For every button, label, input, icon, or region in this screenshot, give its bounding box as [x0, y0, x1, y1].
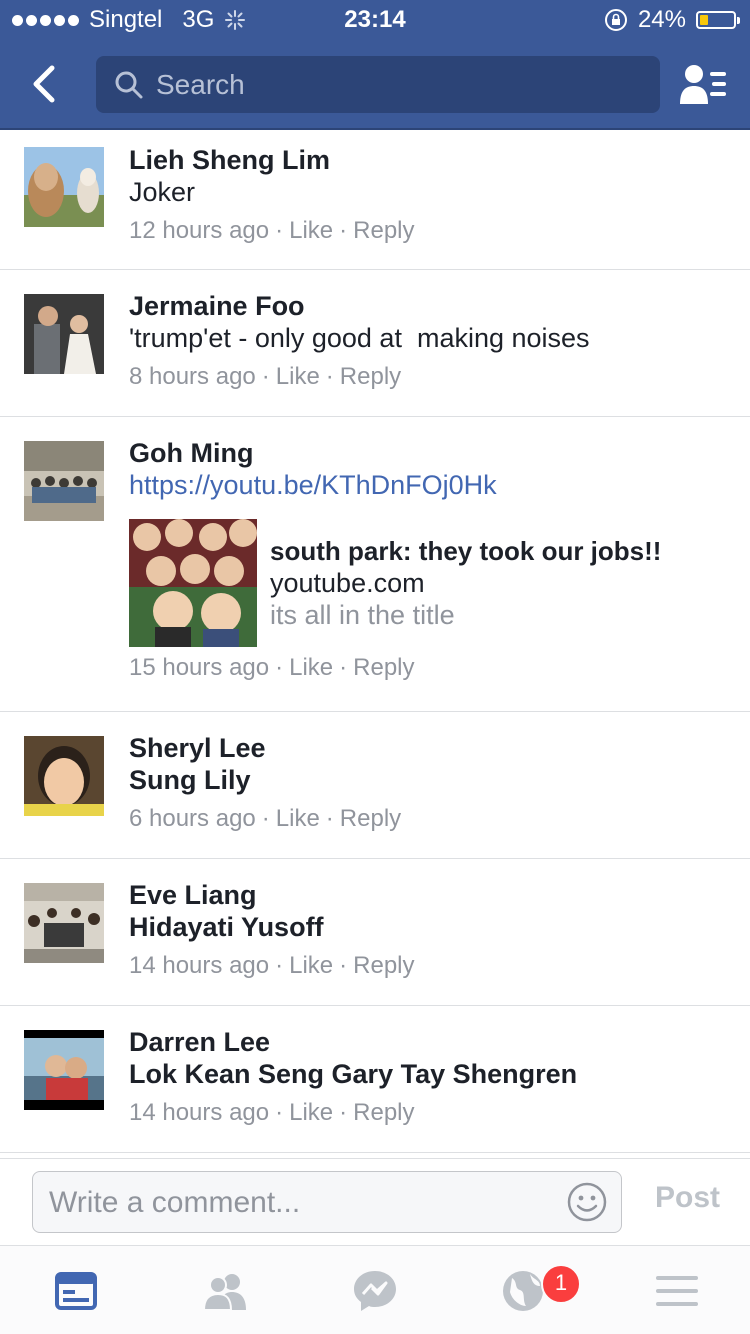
reply-link[interactable]: Reply	[353, 1099, 414, 1126]
comment-author[interactable]: Eve Liang	[129, 879, 730, 911]
preview-info: south park: they took our jobs!! youtube…	[270, 535, 661, 647]
reply-link[interactable]: Reply	[353, 217, 414, 244]
avatar-image	[24, 1030, 104, 1110]
preview-thumbnail	[129, 519, 257, 647]
comment-meta: 14 hours ago · Like · Reply	[129, 952, 415, 979]
news-feed-icon[interactable]	[51, 1268, 101, 1314]
tagged-name[interactable]: Sung Lily	[129, 764, 730, 796]
comment-time[interactable]: 14 hours ago	[129, 952, 269, 979]
nav-bar: Search	[0, 40, 750, 128]
tagged-names[interactable]: Lok Kean Seng Gary Tay Shengren	[129, 1058, 730, 1090]
comment-input[interactable]: Write a comment...	[32, 1171, 622, 1233]
avatar-image	[24, 147, 104, 227]
comment-item: Sheryl Lee Sung Lily 6 hours ago · Like · Re…	[0, 712, 750, 859]
comment-body: Eve Liang Hidayati Yusoff 14 hours ago · L…	[129, 879, 730, 981]
comment-text: 'trump'et - only good at making noises	[129, 323, 590, 353]
avatar[interactable]	[24, 441, 104, 521]
menu-icon[interactable]	[652, 1268, 702, 1314]
link-preview[interactable]: south park: they took our jobs!! youtube…	[129, 519, 730, 647]
tagged-name[interactable]: Hidayati Yusoff	[129, 911, 730, 943]
comment-author[interactable]: Sheryl Lee	[129, 732, 730, 764]
status-right: 24%	[604, 6, 740, 34]
comment-composer: Write a comment... Post	[0, 1158, 750, 1246]
like-link[interactable]: Like	[289, 1099, 333, 1126]
battery-level	[700, 15, 708, 25]
battery-icon	[696, 11, 740, 29]
comment-author[interactable]: Darren Lee	[129, 1026, 730, 1058]
comment-author[interactable]: Jermaine Foo	[129, 290, 730, 322]
friends-icon[interactable]	[200, 1268, 250, 1314]
like-link[interactable]: Like	[276, 805, 320, 832]
avatar[interactable]	[24, 1030, 104, 1110]
comment-item: Darren Lee Lok Kean Seng Gary Tay Shengr…	[0, 1006, 750, 1153]
status-bar: Singtel 3G 23:14 24%	[0, 0, 750, 40]
post-button[interactable]: Post	[655, 1181, 720, 1215]
comment-item: Jermaine Foo 'trump'et - only good at ma…	[0, 270, 750, 417]
comment-author[interactable]: Lieh Sheng Lim	[129, 144, 730, 176]
avatar-image	[24, 883, 104, 963]
comment-time[interactable]: 6 hours ago	[129, 805, 256, 832]
comment-time[interactable]: 8 hours ago	[129, 363, 256, 390]
comment-time[interactable]: 15 hours ago	[129, 654, 269, 681]
search-placeholder: Search	[156, 68, 245, 100]
comment-meta: 8 hours ago · Like · Reply	[129, 363, 402, 390]
preview-domain: youtube.com	[270, 568, 425, 598]
avatar-image	[24, 294, 104, 374]
comment-body: Jermaine Foo 'trump'et - only good at ma…	[129, 290, 730, 392]
comment-text: Joker	[129, 177, 196, 207]
avatar-image	[24, 441, 104, 521]
comment-meta: 12 hours ago · Like · Reply	[129, 217, 415, 244]
friend-list-icon[interactable]	[678, 62, 728, 106]
preview-description: its all in the title	[270, 600, 455, 630]
reply-link[interactable]: Reply	[353, 952, 414, 979]
comment-item: Lieh Sheng Lim Joker 12 hours ago · Like · R…	[0, 130, 750, 270]
comment-meta: 14 hours ago · Like · Reply	[129, 1099, 415, 1126]
comment-body: Darren Lee Lok Kean Seng Gary Tay Shengr…	[129, 1026, 730, 1128]
avatar[interactable]	[24, 883, 104, 963]
comment-author[interactable]: Goh Ming	[129, 437, 730, 469]
comment-item: Goh Ming https://youtu.be/KThDnFOj0Hk so…	[0, 417, 750, 712]
comment-meta: 6 hours ago · Like · Reply	[129, 805, 402, 832]
comment-item: Eve Liang Hidayati Yusoff 14 hours ago · L…	[0, 859, 750, 1006]
reply-link[interactable]: Reply	[340, 363, 401, 390]
like-link[interactable]: Like	[289, 217, 333, 244]
comment-list: Lieh Sheng Lim Joker 12 hours ago · Like · R…	[0, 130, 750, 1153]
comment-time[interactable]: 14 hours ago	[129, 1099, 269, 1126]
smiley-icon[interactable]	[567, 1182, 607, 1222]
comment-link[interactable]: https://youtu.be/KThDnFOj0Hk	[129, 469, 730, 501]
comment-meta: 15 hours ago · Like · Reply	[129, 654, 415, 681]
search-input[interactable]: Search	[96, 56, 660, 113]
comment-body: Lieh Sheng Lim Joker 12 hours ago · Like · R…	[129, 144, 730, 246]
avatar[interactable]	[24, 736, 104, 816]
notification-badge: 1	[541, 1264, 581, 1304]
avatar[interactable]	[24, 294, 104, 374]
battery-percent: 24%	[637, 6, 686, 33]
comment-body: Sheryl Lee Sung Lily 6 hours ago · Like · Re…	[129, 732, 730, 834]
comment-time[interactable]: 12 hours ago	[129, 217, 269, 244]
comment-body: Goh Ming https://youtu.be/KThDnFOj0Hk so…	[129, 437, 730, 683]
like-link[interactable]: Like	[289, 952, 333, 979]
tab-bar	[0, 1246, 750, 1334]
search-icon	[115, 71, 143, 98]
like-link[interactable]: Like	[276, 363, 320, 390]
rotation-lock-icon	[604, 9, 627, 31]
preview-title: south park: they took our jobs!!	[270, 536, 662, 566]
avatar[interactable]	[24, 147, 104, 227]
reply-link[interactable]: Reply	[340, 805, 401, 832]
comment-placeholder: Write a comment...	[49, 1186, 301, 1219]
messenger-icon[interactable]	[350, 1268, 400, 1314]
reply-link[interactable]: Reply	[353, 654, 414, 681]
back-arrow-icon[interactable]	[22, 60, 70, 108]
like-link[interactable]: Like	[289, 654, 333, 681]
avatar-image	[24, 736, 104, 816]
